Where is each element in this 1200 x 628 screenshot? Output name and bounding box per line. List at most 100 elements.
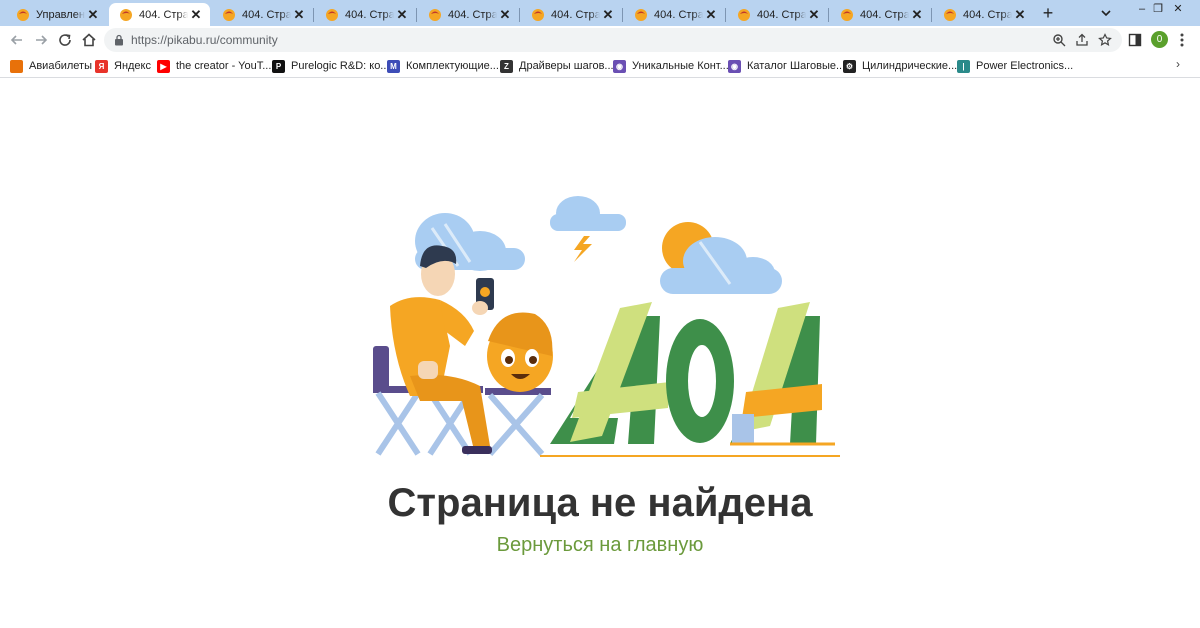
aviasales-icon (10, 59, 23, 73)
tab-separator (622, 8, 623, 22)
bookmark-label: Авиабилеты (29, 60, 93, 72)
tab-separator (725, 8, 726, 22)
folding-chair (485, 388, 551, 456)
address-text[interactable]: https://pikabu.ru/community (131, 33, 278, 47)
mascot-character (487, 312, 553, 392)
close-tab-icon[interactable]: ✕ (806, 7, 822, 23)
page-content: Страница не найдена Вернуться на главную (0, 79, 1200, 628)
404-digits (540, 302, 840, 457)
tab-title: 404. Страница (242, 8, 291, 21)
close-tab-icon[interactable]: ✕ (291, 7, 307, 23)
menu-icon[interactable] (1180, 32, 1184, 48)
bookmark-label: Power Electronics... (976, 60, 1074, 72)
bookmark-label: Цилиндрические... (862, 60, 958, 72)
browser-tab[interactable]: 404. Страница✕ (315, 3, 416, 26)
bookmark-label: the creator - YouT... (176, 60, 272, 72)
browser-tab[interactable]: 404. Страница✕ (418, 3, 519, 26)
driver-icon: Z (500, 59, 513, 73)
bookmark-item[interactable]: ⚙ Цилиндрические... (843, 58, 957, 74)
browser-tab[interactable]: 404. Страница✕ (521, 3, 622, 26)
tab-title: 404. Страница (139, 8, 188, 21)
yandex-icon: Я (95, 59, 108, 73)
close-tab-icon[interactable]: ✕ (497, 7, 513, 23)
bookmark-star-icon[interactable] (1098, 33, 1112, 47)
bookmarks-overflow-icon[interactable]: › (1176, 57, 1180, 71)
bookmark-item[interactable]: Я Яндекс (95, 58, 151, 74)
pikabu-icon (841, 8, 853, 21)
pikabu-icon (738, 8, 750, 21)
bookmark-label: Драйверы шагов... (519, 60, 614, 72)
browser-tab[interactable]: 404. Страница✕ (212, 3, 313, 26)
browser-tab[interactable]: Управление✕ (6, 3, 107, 26)
browser-tab[interactable]: 404. Страница✕ (109, 3, 210, 26)
bookmark-item[interactable]: P Purelogic R&D: ко... (272, 58, 389, 74)
pikabu-icon (429, 8, 441, 21)
close-tab-icon[interactable]: ✕ (85, 7, 101, 23)
profile-avatar[interactable]: 0 (1151, 31, 1168, 48)
bookmark-item[interactable]: ▶ the creator - YouT... (157, 58, 271, 74)
close-tab-icon[interactable]: ✕ (600, 7, 616, 23)
address-bar[interactable]: https://pikabu.ru/community (104, 28, 1122, 52)
tab-title: 404. Страница (654, 8, 703, 21)
browser-tab[interactable]: 404. Страница✕ (830, 3, 931, 26)
browser-tab[interactable]: 404. Страница✕ (933, 3, 1034, 26)
browser-toolbar: https://pikabu.ru/community 0 (0, 26, 1200, 54)
bookmark-item[interactable]: Z Драйверы шагов... (500, 58, 614, 74)
tab-title: 404. Страница (551, 8, 600, 21)
bookmark-item[interactable]: | Power Electronics... (957, 58, 1073, 74)
close-window-button[interactable]: ✕ (1170, 2, 1186, 16)
tab-separator (416, 8, 417, 22)
close-tab-icon[interactable]: ✕ (394, 7, 410, 23)
page-title: Страница не найдена (387, 481, 813, 525)
tab-title: 404. Страница (860, 8, 909, 21)
bookmark-item[interactable]: ◉ Уникальные Конт... (613, 58, 729, 74)
store-icon: M (387, 59, 400, 73)
shop-icon: ◉ (613, 59, 626, 73)
power-electronics-icon: | (957, 59, 970, 73)
bookmark-label: Яндекс (114, 60, 151, 72)
bookmarks-bar: Авиабилеты Я Яндекс ▶ the creator - YouT... P… (0, 54, 1200, 78)
reload-icon[interactable] (56, 31, 74, 49)
back-to-home-link[interactable]: Вернуться на главную (0, 534, 1200, 557)
man-character (390, 245, 494, 454)
forward-icon[interactable] (32, 31, 50, 49)
close-tab-icon[interactable]: ✕ (909, 7, 925, 23)
lock-icon[interactable] (114, 34, 124, 46)
tab-separator (313, 8, 314, 22)
bookmark-label: Комплектующие... (406, 60, 499, 72)
side-panel-icon[interactable] (1128, 33, 1142, 47)
youtube-icon: ▶ (157, 59, 170, 73)
bookmark-label: Каталог Шаговые... (747, 60, 846, 72)
share-icon[interactable] (1075, 33, 1089, 47)
close-tab-icon[interactable]: ✕ (1012, 7, 1028, 23)
tab-title: 404. Страница (448, 8, 497, 21)
tab-search-icon[interactable] (1098, 5, 1114, 21)
home-icon[interactable] (80, 31, 98, 49)
zoom-icon[interactable] (1052, 33, 1066, 47)
tab-title: Управление (36, 8, 85, 21)
tab-separator (931, 8, 932, 22)
browser-tab[interactable]: 404. Страница✕ (624, 3, 725, 26)
new-tab-button[interactable]: + (1038, 4, 1058, 22)
404-illustration (373, 196, 840, 457)
bookmark-item[interactable]: Авиабилеты (10, 58, 92, 74)
bookmark-item[interactable]: M Комплектующие... (387, 58, 499, 74)
back-icon[interactable] (8, 31, 26, 49)
pikabu-icon (17, 8, 29, 21)
tab-strip: Управление✕404. Страница✕404. Страница✕4… (0, 0, 1200, 26)
bookmark-label: Purelogic R&D: ко... (291, 60, 390, 72)
tab-separator (828, 8, 829, 22)
tab-title: 404. Страница (345, 8, 394, 21)
gear-icon: ⚙ (843, 59, 856, 73)
browser-tab[interactable]: 404. Страница✕ (727, 3, 828, 26)
close-tab-icon[interactable]: ✕ (703, 7, 719, 23)
tab-title: 404. Страница (963, 8, 1012, 21)
bookmark-label: Уникальные Конт... (632, 60, 729, 72)
close-tab-icon[interactable]: ✕ (188, 7, 204, 23)
pikabu-icon (635, 8, 647, 21)
pikabu-icon (120, 8, 132, 21)
bookmark-item[interactable]: ◉ Каталог Шаговые... (728, 58, 845, 74)
restore-button[interactable]: ❐ (1150, 2, 1166, 16)
pikabu-icon (944, 8, 956, 21)
minimize-button[interactable]: – (1134, 2, 1150, 16)
